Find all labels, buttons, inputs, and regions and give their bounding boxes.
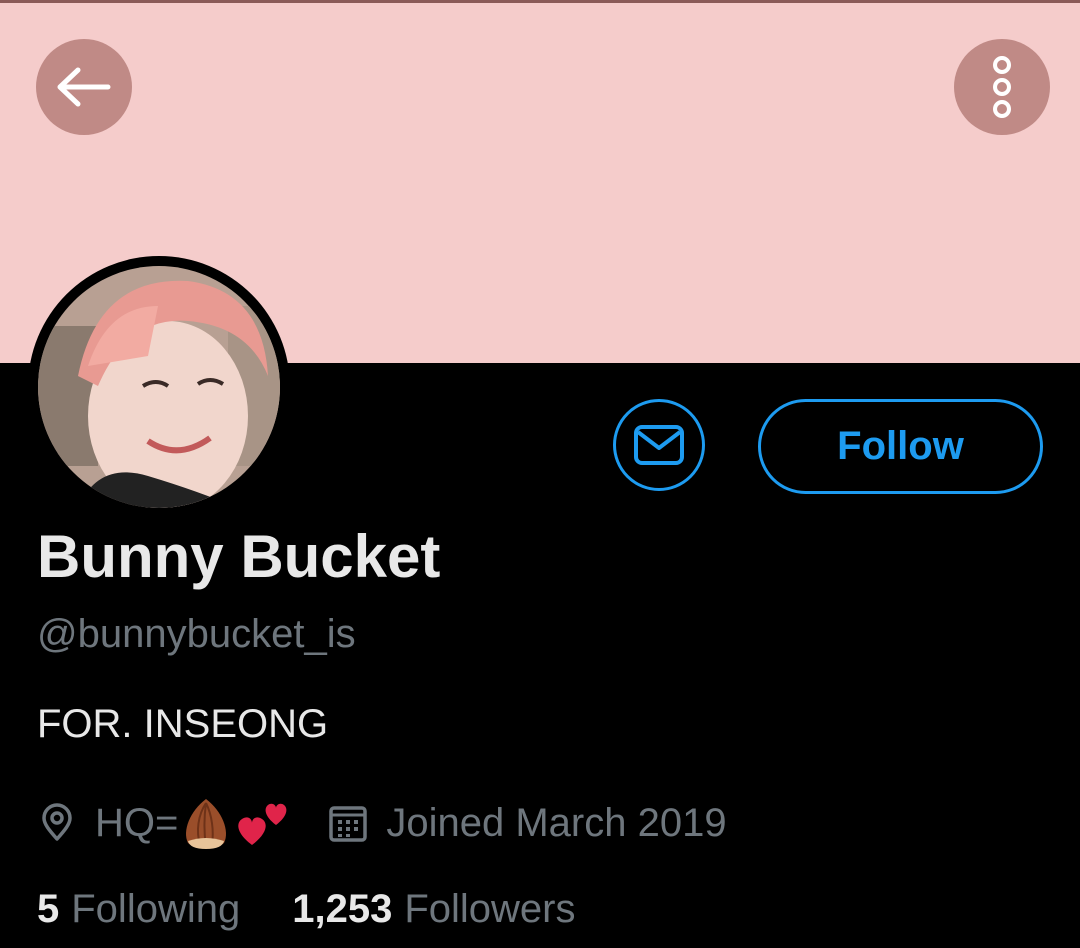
more-vertical-icon bbox=[993, 56, 1011, 118]
profile-handle: @bunnybucket_is bbox=[37, 612, 356, 656]
back-button[interactable] bbox=[36, 39, 132, 135]
calendar-icon bbox=[328, 803, 368, 843]
avatar[interactable] bbox=[38, 266, 280, 508]
two-hearts-emoji bbox=[238, 803, 287, 845]
following-stat[interactable]: 5 Following bbox=[37, 887, 240, 932]
following-count: 5 bbox=[37, 887, 60, 931]
location-pin-icon bbox=[37, 803, 77, 843]
followers-count: 1,253 bbox=[292, 887, 393, 931]
followers-label: Followers bbox=[404, 887, 576, 931]
location-text: HQ= bbox=[95, 800, 179, 845]
following-label: Following bbox=[71, 887, 241, 931]
almond-emoji bbox=[186, 799, 227, 849]
profile-stats: 5 Following 1,253 Followers bbox=[37, 887, 575, 932]
avatar-ring bbox=[28, 256, 290, 518]
joined-text: Joined March 2019 bbox=[386, 800, 727, 845]
location: HQ= bbox=[37, 795, 292, 851]
message-button[interactable] bbox=[613, 399, 705, 491]
arrow-left-icon bbox=[57, 67, 111, 107]
followers-stat[interactable]: 1,253 Followers bbox=[292, 887, 575, 932]
more-options-button[interactable] bbox=[954, 39, 1050, 135]
profile-bio: FOR. INSEONG bbox=[37, 702, 329, 746]
follow-button[interactable]: Follow bbox=[758, 399, 1043, 494]
envelope-icon bbox=[634, 425, 684, 465]
joined-date: Joined March 2019 bbox=[328, 800, 727, 846]
profile-name: Bunny Bucket bbox=[37, 523, 441, 590]
profile-meta: HQ= Joined March 2019 bbox=[37, 795, 727, 851]
